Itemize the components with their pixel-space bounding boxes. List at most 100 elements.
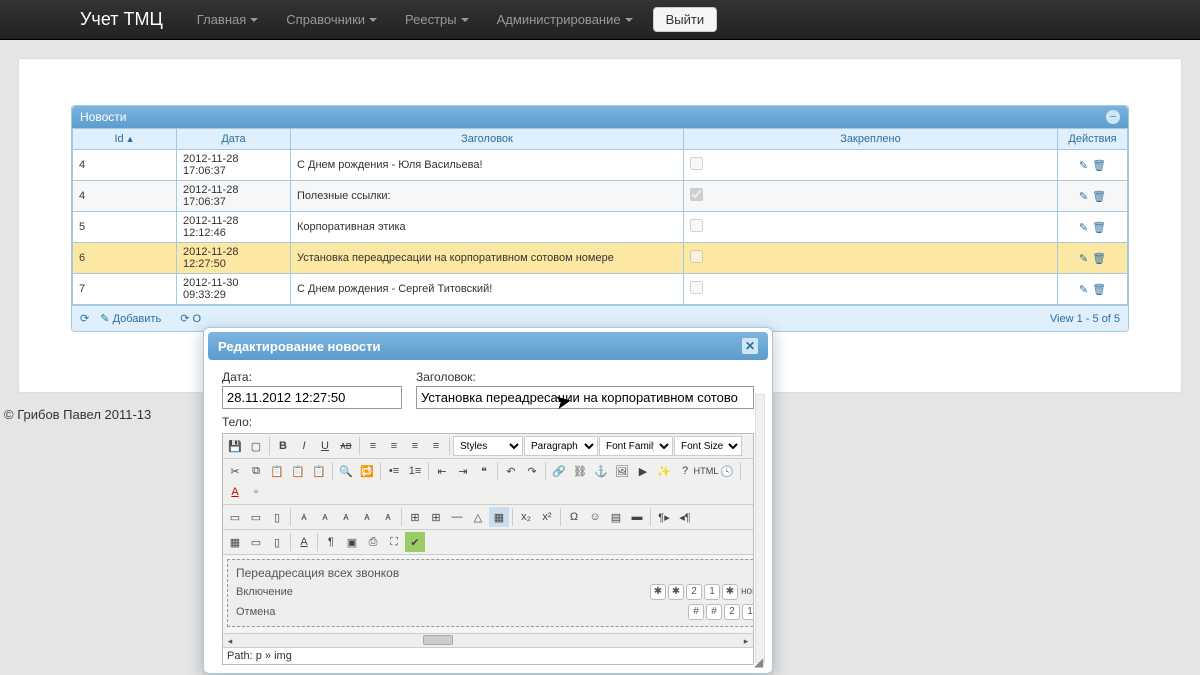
tbl-insert-icon[interactable]: ▦ bbox=[225, 532, 245, 552]
tbl-row-icon[interactable]: ▭ bbox=[246, 532, 266, 552]
col-title[interactable]: Заголовок bbox=[291, 129, 684, 150]
tbl-col-icon[interactable]: ▯ bbox=[267, 532, 287, 552]
table-row[interactable]: 42012-11-28 17:06:37Полезные ссылки:✎🗑 bbox=[73, 181, 1128, 212]
edit-icon[interactable]: ✎ bbox=[1079, 253, 1088, 265]
delete-icon[interactable]: 🗑 bbox=[1092, 222, 1106, 234]
indent-icon[interactable]: ⇥ bbox=[453, 461, 473, 481]
headline-input[interactable] bbox=[416, 386, 754, 409]
fullscreen-icon[interactable]: ⛶ bbox=[384, 532, 404, 552]
visualchars-icon[interactable]: ¶ bbox=[321, 532, 341, 552]
bullet-list-icon[interactable]: •≡ bbox=[384, 461, 404, 481]
pinned-checkbox[interactable] bbox=[690, 188, 703, 201]
col-actions[interactable]: Действия bbox=[1058, 129, 1128, 150]
del-icon[interactable]: ᴀ bbox=[357, 507, 377, 527]
scroll-right-icon[interactable]: ▸ bbox=[739, 634, 753, 648]
link-icon[interactable]: 🔗 bbox=[549, 461, 569, 481]
reload-icon[interactable]: ⟳ bbox=[80, 313, 89, 325]
nav-main[interactable]: Главная bbox=[183, 2, 272, 37]
edit-icon[interactable]: ✎ bbox=[1079, 284, 1088, 296]
copy-icon[interactable]: ⧉ bbox=[246, 461, 266, 481]
acronym-icon[interactable]: ᴀ bbox=[315, 507, 335, 527]
cleanup-icon[interactable]: ✨ bbox=[654, 461, 674, 481]
table-icon[interactable]: ▦ bbox=[489, 507, 509, 527]
editor-content[interactable]: Переадресация всех звонков Включение ✱✱2… bbox=[223, 555, 753, 633]
col-id[interactable]: Id▲ bbox=[73, 129, 177, 150]
save-icon[interactable]: 💾 bbox=[225, 436, 245, 456]
ltr-icon[interactable]: ¶▸ bbox=[654, 507, 674, 527]
spellcheck-icon[interactable]: ✔ bbox=[405, 532, 425, 552]
nav-admin[interactable]: Администрирование bbox=[483, 2, 647, 37]
attr-icon[interactable]: ᴀ bbox=[336, 507, 356, 527]
sup-icon[interactable]: x² bbox=[537, 507, 557, 527]
anchor-icon[interactable]: ⚓ bbox=[591, 461, 611, 481]
outdent-icon[interactable]: ⇤ bbox=[432, 461, 452, 481]
font-size-select[interactable]: Font Size bbox=[674, 436, 742, 456]
paste-word-icon[interactable]: 📋 bbox=[309, 461, 329, 481]
close-icon[interactable]: ✕ bbox=[742, 338, 758, 354]
editor-hscroll[interactable]: ◂ ▸ bbox=[223, 633, 753, 647]
ins-icon[interactable]: ᴀ bbox=[378, 507, 398, 527]
media-icon[interactable]: ▶ bbox=[633, 461, 653, 481]
undo-icon[interactable]: ↶ bbox=[501, 461, 521, 481]
strike-icon[interactable]: ᴀʙ bbox=[336, 436, 356, 456]
rtl-icon[interactable]: ◂¶ bbox=[675, 507, 695, 527]
pagebreak-icon[interactable]: ⎙ bbox=[363, 532, 383, 552]
add-button[interactable]: ✎ Добавить bbox=[100, 313, 169, 325]
refresh-button[interactable]: ⟳ О bbox=[180, 313, 209, 325]
layer3-icon[interactable]: ▯ bbox=[267, 507, 287, 527]
iespell-icon[interactable]: ▤ bbox=[606, 507, 626, 527]
align-justify-icon[interactable]: ≡ bbox=[426, 436, 446, 456]
italic-icon[interactable]: I bbox=[294, 436, 314, 456]
date-icon[interactable]: 🕓 bbox=[717, 461, 737, 481]
cut-icon[interactable]: ✂ bbox=[225, 461, 245, 481]
scroll-thumb[interactable] bbox=[423, 635, 453, 645]
emoticon-icon[interactable]: ☺ bbox=[585, 507, 605, 527]
collapse-icon[interactable]: – bbox=[1106, 110, 1120, 124]
pinned-checkbox[interactable] bbox=[690, 219, 703, 232]
blockquote-icon[interactable]: ❝ bbox=[474, 461, 494, 481]
replace-icon[interactable]: 🔁 bbox=[357, 461, 377, 481]
resize-grip-icon[interactable]: ◢ bbox=[754, 655, 768, 669]
table-row[interactable]: 52012-11-28 12:12:46Корпоративная этика✎… bbox=[73, 212, 1128, 243]
code-icon[interactable]: HTML bbox=[696, 461, 716, 481]
help-icon[interactable]: ? bbox=[675, 461, 695, 481]
pinned-checkbox[interactable] bbox=[690, 281, 703, 294]
align-left-icon[interactable]: ≡ bbox=[363, 436, 383, 456]
paste-text-icon[interactable]: 📋 bbox=[288, 461, 308, 481]
edit-icon[interactable]: ✎ bbox=[1079, 191, 1088, 203]
table-row[interactable]: 62012-11-28 12:27:50Установка переадреса… bbox=[73, 243, 1128, 274]
col-date[interactable]: Дата bbox=[177, 129, 291, 150]
abbr-icon[interactable]: ᴀ bbox=[294, 507, 314, 527]
edit-icon[interactable]: ✎ bbox=[1079, 160, 1088, 172]
logout-button[interactable]: Выйти bbox=[653, 7, 718, 32]
styles-select[interactable]: Styles bbox=[453, 436, 523, 456]
align-right-icon[interactable]: ≡ bbox=[405, 436, 425, 456]
underline-icon[interactable]: U bbox=[315, 436, 335, 456]
flash-icon[interactable]: ▬ bbox=[627, 507, 647, 527]
paragraph-select[interactable]: Paragraph bbox=[524, 436, 598, 456]
sub-icon[interactable]: x₂ bbox=[516, 507, 536, 527]
number-list-icon[interactable]: 1≡ bbox=[405, 461, 425, 481]
layer2-icon[interactable]: ▭ bbox=[246, 507, 266, 527]
nav-registers[interactable]: Реестры bbox=[391, 2, 483, 37]
newdoc-icon[interactable]: ▢ bbox=[246, 436, 266, 456]
delete-icon[interactable]: 🗑 bbox=[1092, 253, 1106, 265]
search-icon[interactable]: 🔍 bbox=[336, 461, 356, 481]
template-icon[interactable]: ▣ bbox=[342, 532, 362, 552]
edit-icon[interactable]: ✎ bbox=[1079, 222, 1088, 234]
scroll-left-icon[interactable]: ◂ bbox=[223, 634, 237, 648]
visualaid-icon[interactable]: ⊞ bbox=[405, 507, 425, 527]
font-family-select[interactable]: Font Family bbox=[599, 436, 673, 456]
dialog-titlebar[interactable]: Редактирование новости ✕ bbox=[208, 332, 768, 360]
visualblocks-icon[interactable]: ⊞ bbox=[426, 507, 446, 527]
table-row[interactable]: 42012-11-28 17:06:37С Днем рождения - Юл… bbox=[73, 150, 1128, 181]
charmap-icon[interactable]: Ω bbox=[564, 507, 584, 527]
redo-icon[interactable]: ↷ bbox=[522, 461, 542, 481]
delete-icon[interactable]: 🗑 bbox=[1092, 284, 1106, 296]
nbsp-icon[interactable]: — bbox=[447, 507, 467, 527]
unlink-icon[interactable]: ⛓ bbox=[570, 461, 590, 481]
delete-icon[interactable]: 🗑 bbox=[1092, 160, 1106, 172]
advhr-icon[interactable]: △ bbox=[468, 507, 488, 527]
nav-catalogs[interactable]: Справочники bbox=[272, 2, 391, 37]
layer-icon[interactable]: ▭ bbox=[225, 507, 245, 527]
